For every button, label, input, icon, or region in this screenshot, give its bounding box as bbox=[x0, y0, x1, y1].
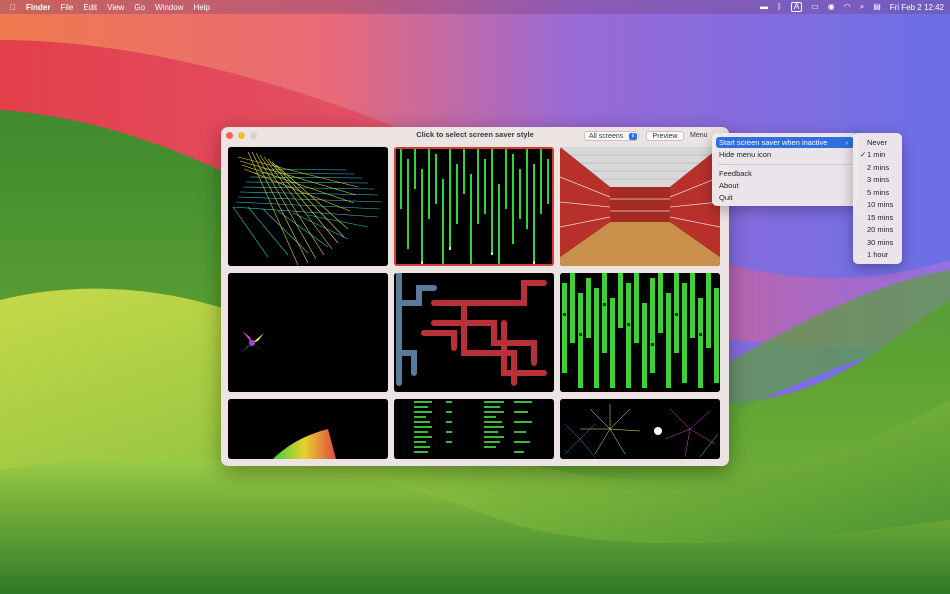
menu-item-label: Start screen saver when inactive bbox=[719, 138, 828, 147]
submenu-15-mins[interactable]: 15 mins bbox=[857, 212, 898, 223]
menu-item-start-when-inactive[interactable]: Start screen saver when inactive › bbox=[716, 137, 854, 148]
user-icon[interactable]: ◉ bbox=[828, 0, 835, 14]
thumbnail-fireworks[interactable] bbox=[560, 399, 720, 459]
chevron-right-icon: › bbox=[845, 138, 849, 147]
submenu-label: 20 mins bbox=[867, 225, 894, 234]
menu-help[interactable]: Help bbox=[188, 3, 214, 12]
thumbnail-maze[interactable] bbox=[560, 147, 720, 266]
submenu-label: 15 mins bbox=[867, 212, 894, 222]
bluetooth-icon[interactable]: ᛒ bbox=[777, 0, 782, 14]
submenu-never[interactable]: Never bbox=[857, 137, 898, 148]
menu-window[interactable]: Window bbox=[150, 3, 188, 12]
submenu-5-mins[interactable]: 5 mins bbox=[857, 187, 898, 198]
battery-icon[interactable]: ▭ bbox=[811, 0, 819, 14]
menu-view[interactable]: View bbox=[102, 3, 129, 12]
thumbnail-butterfly[interactable] bbox=[228, 273, 388, 392]
input-source-icon[interactable]: A bbox=[790, 2, 803, 12]
thumbnail-pipes[interactable] bbox=[394, 273, 554, 392]
thumbnail-matrix-rain[interactable] bbox=[394, 147, 554, 266]
search-icon[interactable]: ⌕ bbox=[860, 0, 864, 14]
apple-icon[interactable]:  bbox=[0, 3, 21, 12]
submenu-label: 2 mins bbox=[867, 162, 890, 172]
menu-finder[interactable]: Finder bbox=[21, 3, 55, 12]
submenu-2-mins[interactable]: 2 mins bbox=[857, 162, 898, 173]
submenu-1-hour[interactable]: 1 hour bbox=[857, 249, 898, 260]
menu-bar:  Finder File Edit View Go Window Help ▬… bbox=[0, 0, 950, 14]
thumbnail-string-art[interactable] bbox=[228, 147, 388, 266]
submenu-30-mins[interactable]: 30 mins bbox=[857, 237, 898, 248]
submenu-label: 3 mins bbox=[867, 175, 890, 184]
inactive-time-submenu: Never ✓ 1 min 2 mins 3 mins 5 mins 10 min… bbox=[853, 133, 902, 264]
menu-item-hide-menu-icon[interactable]: Hide menu icon bbox=[716, 149, 854, 160]
menu-edit[interactable]: Edit bbox=[78, 3, 102, 12]
screen-select[interactable]: All screens ⇕ bbox=[584, 131, 639, 141]
menu-separator bbox=[718, 164, 852, 165]
submenu-label: 1 min bbox=[867, 150, 886, 159]
menu-item-about[interactable]: About bbox=[716, 180, 854, 191]
submenu-1-min[interactable]: ✓ 1 min bbox=[857, 149, 898, 160]
submenu-label: 5 mins bbox=[867, 187, 890, 197]
menu-item-quit[interactable]: Quit bbox=[716, 192, 854, 203]
wifi-icon[interactable]: ◠ bbox=[844, 0, 851, 14]
screensaver-window: Click to select screen saver style All s… bbox=[221, 127, 729, 466]
thumbnail-matrix-code[interactable] bbox=[394, 399, 554, 459]
control-center-icon[interactable]: ▤ bbox=[873, 0, 881, 14]
display-icon[interactable]: ▬ bbox=[760, 0, 768, 14]
thumbnail-ribbon[interactable] bbox=[228, 399, 388, 459]
submenu-label: 1 hour bbox=[867, 250, 889, 259]
menu-button[interactable]: Menu bbox=[690, 132, 708, 139]
submenu-10-mins[interactable]: 10 mins bbox=[857, 199, 898, 210]
app-menu: Start screen saver when inactive › Hide … bbox=[712, 133, 858, 206]
submenu-label: 30 mins bbox=[867, 237, 894, 247]
submenu-label: 10 mins bbox=[867, 200, 894, 209]
menu-item-feedback[interactable]: Feedback bbox=[716, 168, 854, 179]
preview-button[interactable]: Preview bbox=[646, 131, 684, 141]
submenu-3-mins[interactable]: 3 mins bbox=[857, 174, 898, 185]
chevron-updown-icon: ⇕ bbox=[629, 133, 637, 140]
menubar-clock[interactable]: Fri Feb 2 12:42 bbox=[890, 3, 944, 12]
submenu-20-mins[interactable]: 20 mins bbox=[857, 224, 898, 235]
menu-go[interactable]: Go bbox=[129, 3, 150, 12]
thumbnail-green-rain[interactable] bbox=[560, 273, 720, 392]
menu-file[interactable]: File bbox=[55, 3, 78, 12]
submenu-label: Never bbox=[867, 138, 888, 147]
screen-select-value: All screens bbox=[589, 133, 624, 140]
checkmark-icon: ✓ bbox=[860, 150, 867, 159]
